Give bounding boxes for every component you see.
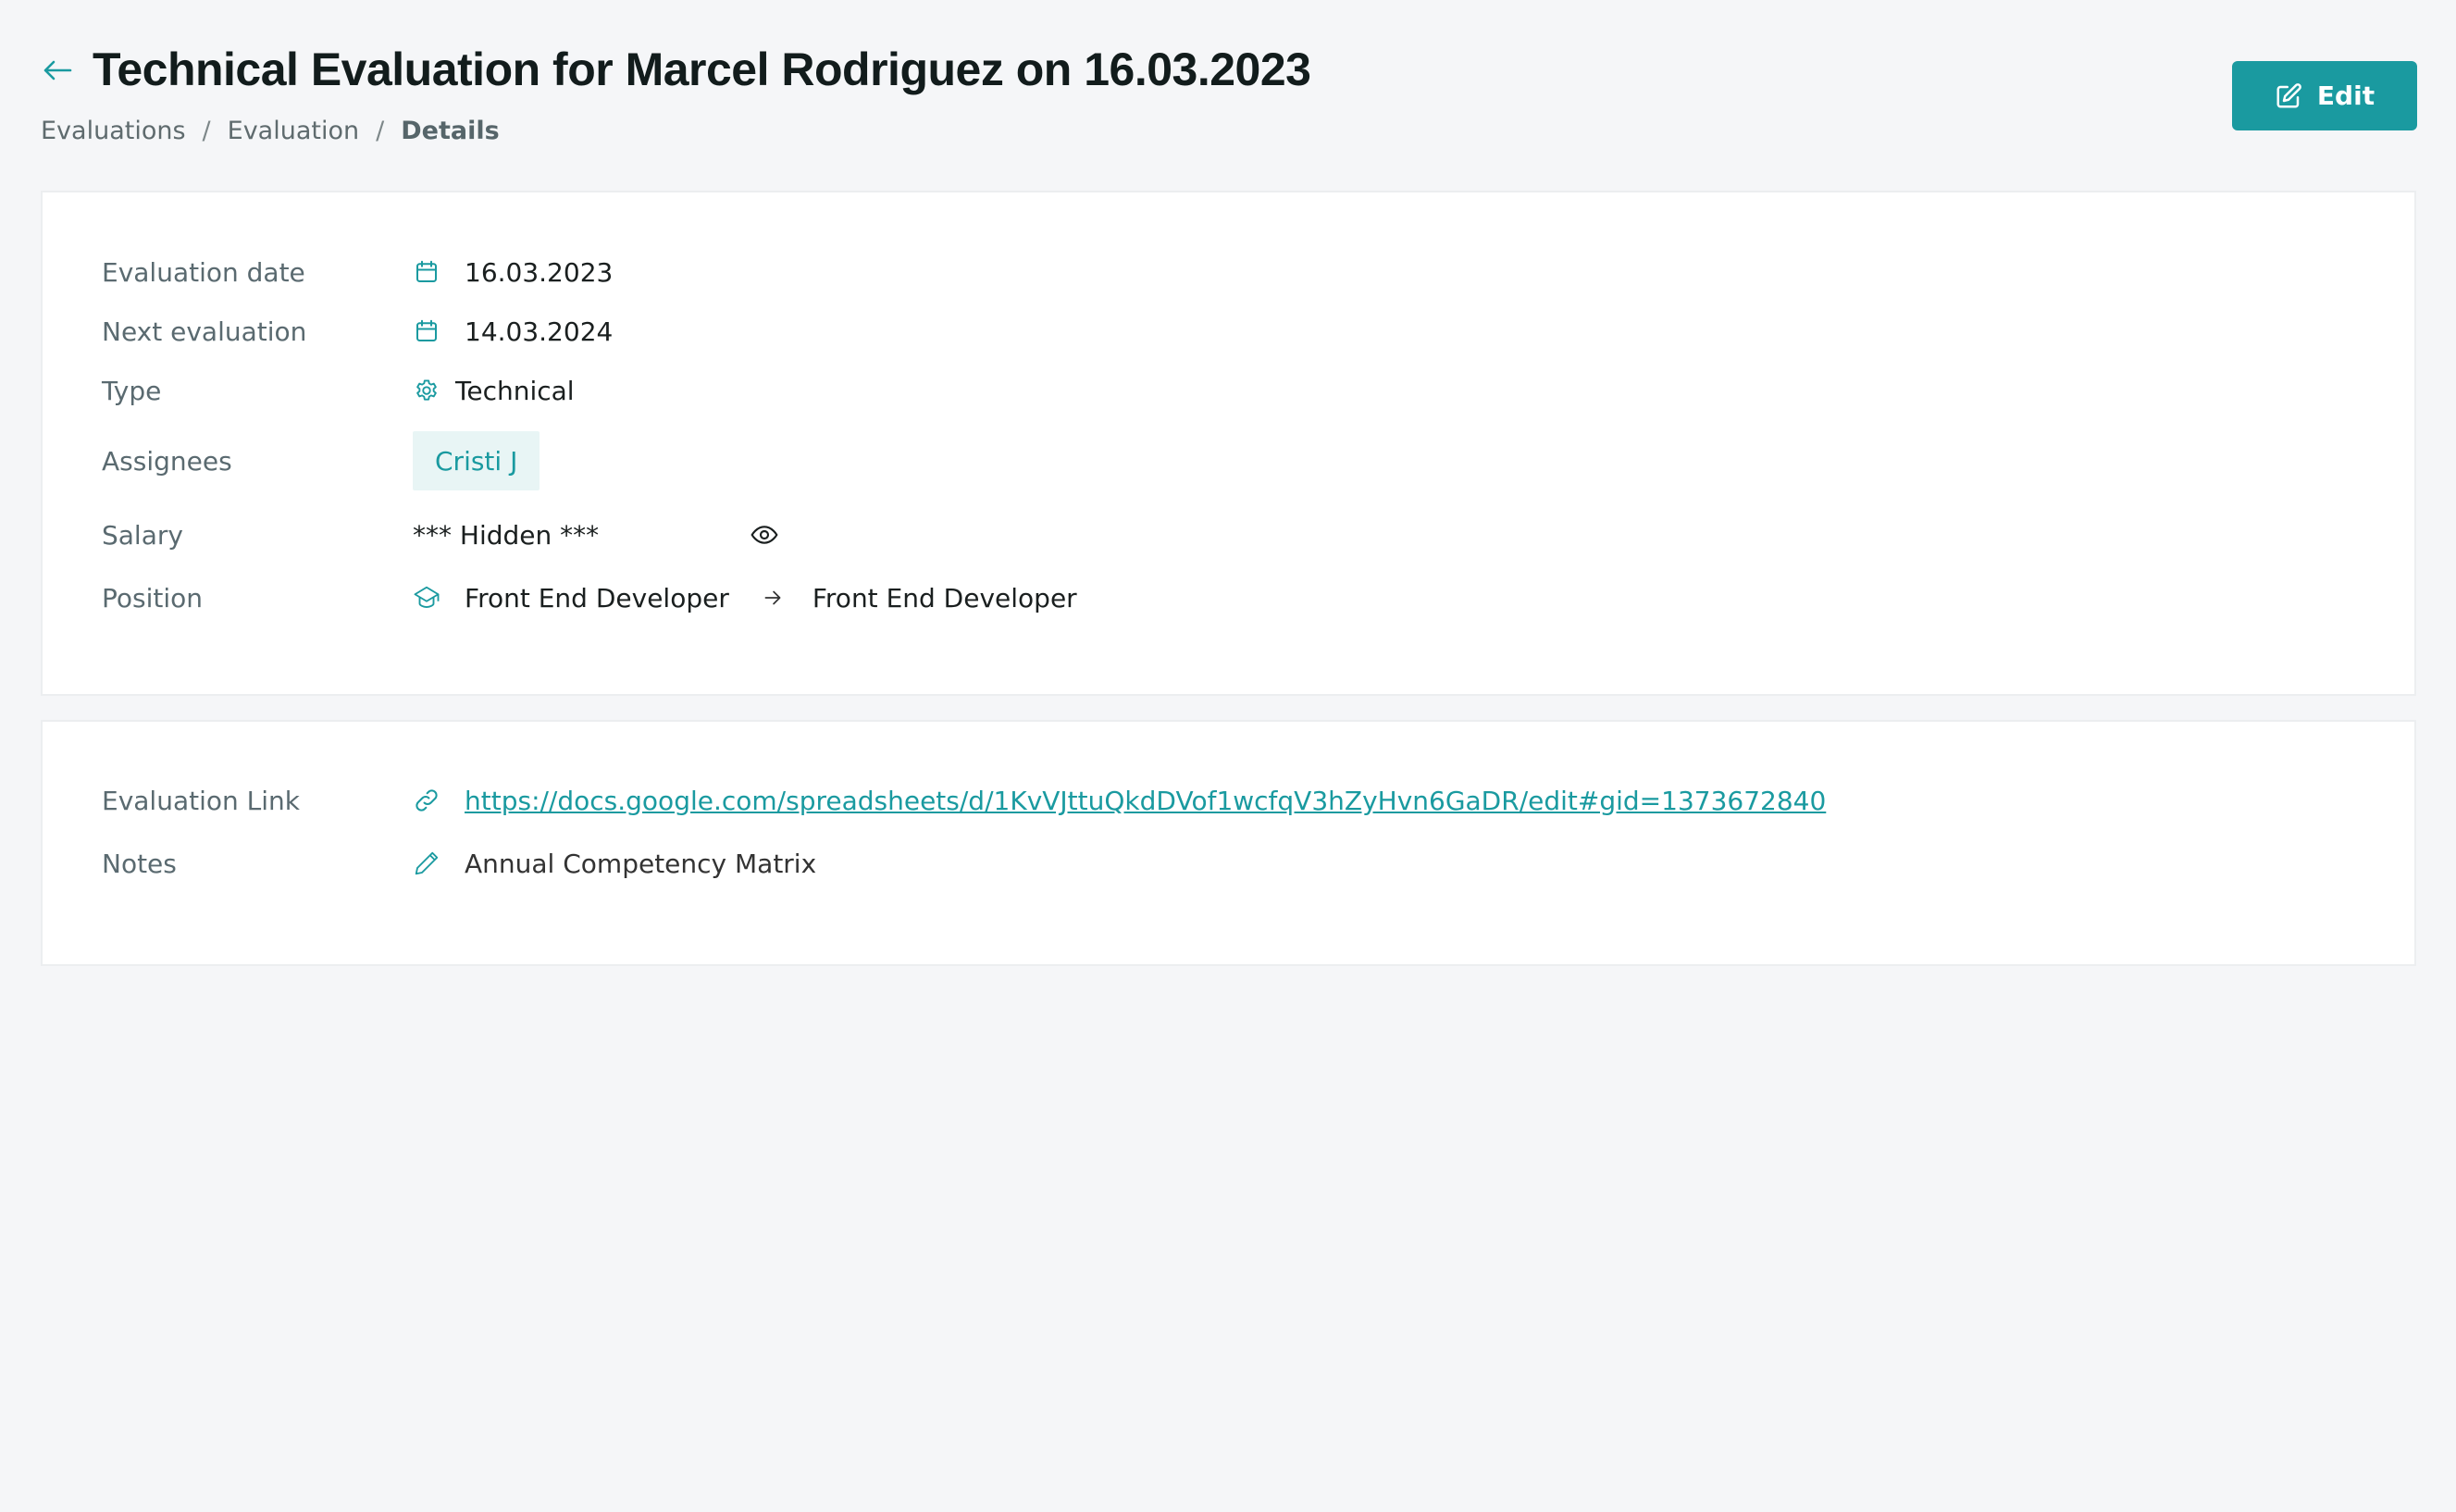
edit-label: Edit [2316,81,2375,111]
notes-value: Annual Competency Matrix [465,848,817,879]
evaluation-link-label: Evaluation Link [102,785,300,816]
position-to: Front End Developer [812,582,1077,613]
type-row: Type Technical [43,367,2414,414]
calendar-icon [413,317,440,345]
breadcrumb-separator: / [376,117,385,145]
salary-row: Salary *** Hidden *** [43,512,2414,558]
evaluation-date-value: 16.03.2023 [465,256,614,288]
gear-icon [413,377,440,404]
edit-icon [2276,82,2301,107]
arrow-right-icon [761,586,785,610]
breadcrumb-evaluation[interactable]: Evaluation [228,117,359,145]
next-evaluation-value: 14.03.2024 [465,316,614,347]
breadcrumb-separator: / [202,117,211,145]
position-from: Front End Developer [465,582,729,613]
salary-label: Salary [102,519,183,551]
edit-button[interactable]: Edit [2232,61,2417,130]
type-label: Type [102,375,162,406]
position-label: Position [102,582,204,613]
assignee-chip[interactable]: Cristi J [413,431,540,490]
back-arrow-icon[interactable] [39,52,76,89]
evaluation-extra-card: Evaluation Link https://docs.google.com/… [41,720,2416,966]
breadcrumb-details: Details [401,117,500,145]
evaluation-date-row: Evaluation date 16.03.2023 [43,249,2414,295]
notes-row: Notes Annual Competency Matrix [43,840,2414,886]
pencil-icon [413,849,440,877]
assignees-label: Assignees [102,445,232,477]
next-evaluation-label: Next evaluation [102,316,307,347]
evaluation-link-row: Evaluation Link https://docs.google.com/… [43,777,2414,824]
assignees-row: Assignees Cristi J [43,431,2414,490]
evaluation-details-card: Evaluation date 16.03.2023 Next evaluati… [41,191,2416,696]
notes-label: Notes [102,848,177,879]
salary-value: *** Hidden *** [413,519,600,551]
page-title: Technical Evaluation for Marcel Rodrigue… [93,43,1311,95]
graduation-cap-icon [413,584,440,612]
type-value: Technical [455,375,575,406]
link-icon [413,787,440,814]
evaluation-date-label: Evaluation date [102,256,305,288]
breadcrumb: Evaluations / Evaluation / Details [41,117,500,145]
calendar-icon [413,258,440,286]
position-row: Position Front End Developer Front End D… [43,575,2414,621]
next-evaluation-row: Next evaluation 14.03.2024 [43,308,2414,354]
eye-icon[interactable] [750,520,779,550]
evaluation-link[interactable]: https://docs.google.com/spreadsheets/d/1… [465,786,1826,816]
breadcrumb-evaluations[interactable]: Evaluations [41,117,186,145]
